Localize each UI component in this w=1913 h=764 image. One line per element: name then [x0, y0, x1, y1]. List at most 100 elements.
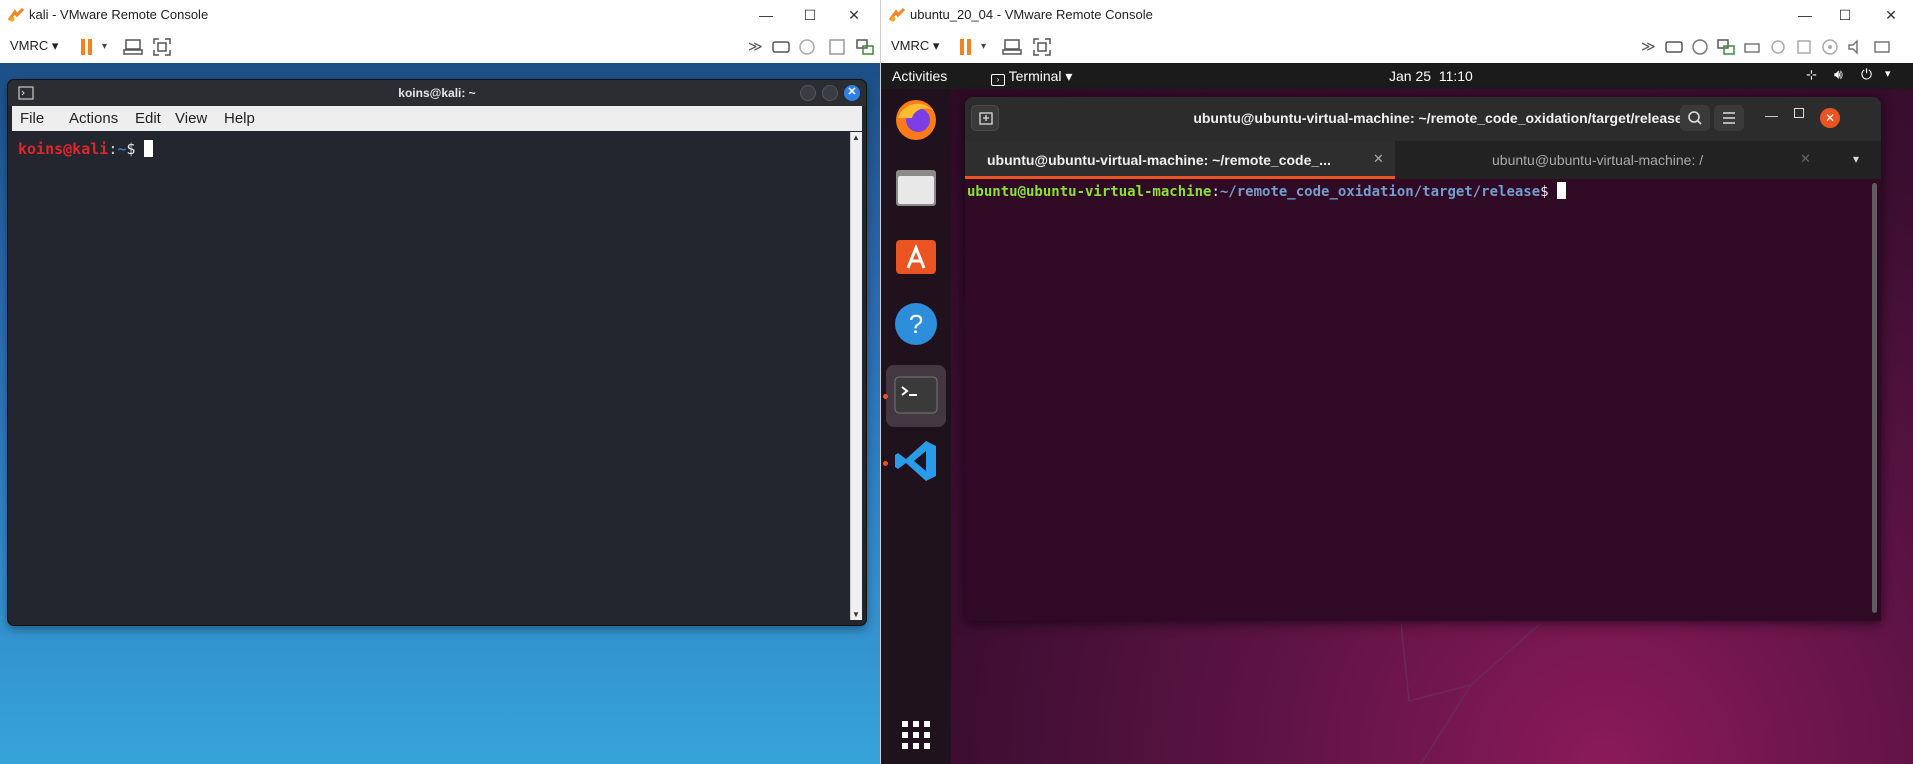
- vmware-logo-icon: [7, 7, 25, 22]
- app-menu-button[interactable]: › Terminal ▾: [991, 68, 1072, 86]
- snapshot-icon[interactable]: [1689, 36, 1711, 58]
- more-icon[interactable]: ≫: [748, 38, 763, 55]
- cpu-icon[interactable]: [1871, 36, 1893, 58]
- svg-text:?: ?: [909, 309, 923, 339]
- snapshot-icon[interactable]: [796, 36, 818, 58]
- ubuntu-maximize-button[interactable]: [1794, 108, 1804, 118]
- close-button[interactable]: ✕: [840, 4, 868, 26]
- ubuntu-vmrc-toolbar: VMRC ▾ ▾ ≫: [881, 30, 1913, 63]
- fullscreen-icon[interactable]: [1031, 36, 1053, 58]
- ubuntu-vmrc-title: ubuntu_20_04 - VMware Remote Console: [910, 7, 1153, 22]
- kali-prompt-sep: :: [108, 140, 118, 158]
- kali-desktop: koins@kali: ~ ✕ File Actions Edit View H…: [0, 63, 880, 764]
- kali-close-button[interactable]: ✕: [844, 85, 860, 101]
- network-icon[interactable]: [1715, 36, 1737, 58]
- help-icon[interactable]: ?: [892, 300, 940, 348]
- fullscreen-icon[interactable]: [151, 36, 173, 58]
- kali-maximize-button[interactable]: [822, 85, 838, 101]
- activities-button[interactable]: Activities: [892, 68, 947, 84]
- cd-icon[interactable]: [1819, 36, 1841, 58]
- kali-prompt-user: koins@kali: [18, 140, 109, 158]
- menu-actions[interactable]: Actions: [69, 110, 118, 127]
- software-icon[interactable]: [892, 232, 940, 280]
- tab-active-label: ubuntu@ubuntu-virtual-machine: ~/remote_…: [987, 152, 1331, 168]
- menu-view[interactable]: View: [175, 110, 207, 127]
- app-grid-icon[interactable]: [892, 711, 940, 759]
- wallpaper-lines: [1401, 623, 1542, 764]
- system-menu-dropdown-icon[interactable]: ▾: [1885, 67, 1891, 80]
- maximize-button[interactable]: ☐: [1831, 4, 1859, 26]
- pause-icon[interactable]: [76, 36, 98, 58]
- ubuntu-cursor: [1557, 182, 1567, 199]
- ubuntu-close-button[interactable]: ✕: [1820, 108, 1840, 128]
- ubuntu-prompt-line: ubuntu@ubuntu-virtual-machine:~/remote_c…: [967, 182, 1567, 200]
- device-icon[interactable]: [770, 36, 792, 58]
- scroll-down-icon[interactable]: ▼: [852, 610, 860, 619]
- files-icon[interactable]: [892, 164, 940, 212]
- kali-vmrc-title: kali - VMware Remote Console: [29, 7, 209, 22]
- close-button[interactable]: ✕: [1877, 4, 1905, 26]
- tab-close-icon[interactable]: ✕: [1800, 151, 1811, 167]
- disk-icon[interactable]: [826, 36, 848, 58]
- terminal-running-indicator: [883, 394, 888, 399]
- ubuntu-vmrc-titlebar: ubuntu_20_04 - VMware Remote Console — ☐…: [881, 0, 1913, 30]
- network-status-icon[interactable]: ⊹: [1806, 67, 1817, 83]
- kali-terminal-scrollbar[interactable]: ▲ ▼: [850, 132, 862, 620]
- vscode-icon[interactable]: [892, 437, 940, 485]
- send-ctrl-alt-del-icon[interactable]: [122, 36, 144, 58]
- ubuntu-terminal-output[interactable]: ubuntu@ubuntu-virtual-machine:~/remote_c…: [965, 179, 1881, 621]
- vmrc-menu[interactable]: VMRC ▾: [10, 38, 58, 54]
- hdd-icon[interactable]: [1793, 36, 1815, 58]
- pause-dropdown-icon[interactable]: ▾: [981, 41, 986, 52]
- ubuntu-top-bar: Activities › Terminal ▾ Jan 25 11:10 ⊹ 🔊…: [881, 63, 1913, 89]
- hamburger-menu-button[interactable]: [1714, 105, 1744, 131]
- tab-active[interactable]: ubuntu@ubuntu-virtual-machine: ~/remote_…: [965, 141, 1395, 179]
- printer-icon[interactable]: [1741, 36, 1763, 58]
- maximize-button[interactable]: ☐: [796, 4, 824, 26]
- usb-icon[interactable]: [1767, 36, 1789, 58]
- kali-terminal-output[interactable]: koins@kali:~$: [12, 132, 850, 620]
- kali-cursor: [144, 140, 154, 157]
- kali-terminal-title: koins@kali: ~: [398, 86, 476, 100]
- minimize-button[interactable]: —: [1791, 4, 1819, 26]
- kali-vmrc-window: kali - VMware Remote Console — ☐ ✕ VMRC …: [0, 0, 880, 764]
- menu-help[interactable]: Help: [224, 110, 255, 127]
- clock-date: Jan 25: [1389, 68, 1432, 84]
- ubuntu-terminal-tabbar: ubuntu@ubuntu-virtual-machine: ~/remote_…: [965, 141, 1881, 179]
- clock-time: 11:10: [1438, 68, 1473, 84]
- tab-inactive-label: ubuntu@ubuntu-virtual-machine: /: [1492, 152, 1704, 168]
- pause-icon[interactable]: [955, 36, 977, 58]
- device-icon[interactable]: [1663, 36, 1685, 58]
- app-menu-label: Terminal: [1008, 68, 1062, 84]
- search-button[interactable]: [1680, 105, 1710, 131]
- vmrc-menu[interactable]: VMRC ▾: [891, 38, 939, 54]
- kali-minimize-button[interactable]: [800, 85, 816, 101]
- sound-icon[interactable]: [1845, 36, 1867, 58]
- hamburger-icon: [1723, 112, 1735, 124]
- network-icon[interactable]: [854, 36, 876, 58]
- send-ctrl-alt-del-icon[interactable]: [1001, 36, 1023, 58]
- kali-vmrc-titlebar: kali - VMware Remote Console — ☐ ✕: [0, 0, 880, 30]
- kali-terminal-titlebar[interactable]: koins@kali: ~ ✕: [8, 80, 866, 106]
- firefox-icon[interactable]: [892, 96, 940, 144]
- ubuntu-terminal-headerbar[interactable]: ubuntu@ubuntu-virtual-machine: ~/remote_…: [965, 97, 1881, 141]
- tabs-dropdown-icon[interactable]: ▾: [1853, 152, 1859, 166]
- scroll-up-icon[interactable]: ▲: [852, 133, 860, 142]
- power-icon[interactable]: ⏻: [1861, 66, 1872, 83]
- more-icon[interactable]: ≫: [1641, 38, 1656, 55]
- terminal-dock-item[interactable]: [886, 365, 946, 427]
- kali-vmrc-toolbar: VMRC ▾ ▾ ≫: [0, 30, 880, 63]
- menu-file[interactable]: File: [20, 110, 44, 127]
- tab-close-icon[interactable]: ✕: [1373, 151, 1384, 167]
- volume-icon[interactable]: 🔊︎: [1834, 66, 1843, 83]
- menu-edit[interactable]: Edit: [135, 110, 161, 127]
- kali-prompt-symbol: $: [126, 140, 136, 158]
- clock[interactable]: Jan 25 11:10: [1389, 68, 1473, 84]
- tab-inactive[interactable]: ubuntu@ubuntu-virtual-machine: / ✕: [1395, 141, 1845, 179]
- minimize-button[interactable]: —: [752, 4, 780, 26]
- vmrc-menu-label: VMRC: [10, 38, 49, 53]
- ubuntu-minimize-button[interactable]: —: [1765, 108, 1778, 123]
- ubuntu-terminal-scrollbar[interactable]: [1872, 183, 1877, 613]
- pause-dropdown-icon[interactable]: ▾: [102, 41, 107, 52]
- ubuntu-prompt-symbol: $: [1540, 184, 1549, 200]
